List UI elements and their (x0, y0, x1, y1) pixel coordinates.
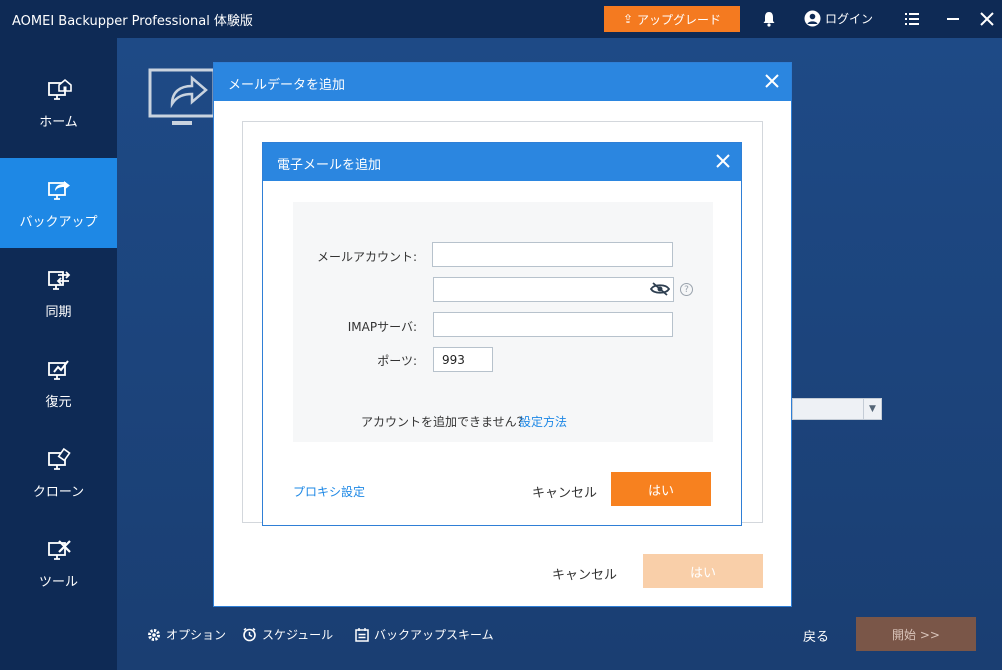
home-icon (47, 78, 72, 100)
chevron-down-icon: ▼ (863, 399, 881, 419)
upgrade-label: アップグレード (637, 12, 722, 27)
dialog-title: 電子メールを追加 (277, 158, 382, 173)
add-email-dialog: 電子メールを追加 メールアカウント: ? IMAPサーバ: ポーツ: アカウント… (262, 142, 742, 526)
bell-icon[interactable] (760, 10, 778, 28)
yes-button-disabled[interactable]: はい (643, 554, 763, 588)
proxy-settings-link[interactable]: プロキシ設定 (293, 483, 365, 500)
gear-icon (148, 628, 160, 641)
options-button[interactable]: オプション (147, 626, 226, 643)
sidebar-item-clone[interactable]: クローン (0, 428, 117, 518)
cancel-button[interactable]: キャンセル (552, 564, 617, 583)
menu-icon[interactable] (903, 10, 921, 28)
sidebar-item-label: バックアップ (19, 214, 98, 230)
imap-label: IMAPサーバ: (347, 320, 417, 334)
backup-monitor-icon (148, 68, 216, 125)
upgrade-icon: ⇪ (622, 12, 634, 26)
dialog-title: メールデータを追加 (228, 78, 346, 93)
sidebar-item-home[interactable]: ホーム (0, 58, 117, 148)
port-label: ポーツ: (377, 354, 417, 368)
close-icon[interactable] (763, 72, 781, 90)
sidebar: ホーム バックアップ 同期 復元 クローン ツール (0, 38, 117, 670)
login-button[interactable]: ログイン (804, 9, 873, 27)
back-button[interactable]: 戻る (803, 626, 829, 645)
how-to-setup-link[interactable]: 設定方法 (519, 413, 567, 430)
close-icon[interactable] (715, 153, 731, 169)
sidebar-item-label: 復元 (45, 394, 72, 410)
app-window: AOMEI Backupper Professional 体験版 ⇪ アップグレ… (0, 0, 1002, 670)
clock-icon (243, 627, 256, 642)
imap-server-field[interactable] (433, 312, 673, 337)
schedule-label: スケジュール (262, 628, 334, 642)
start-button[interactable]: 開始 >> (856, 617, 976, 651)
email-form: メールアカウント: ? IMAPサーバ: ポーツ: アカウントを追加できません？… (293, 202, 713, 442)
scheme-dropdown[interactable]: ▼ (792, 398, 882, 420)
dialog-header: 電子メールを追加 (263, 143, 741, 181)
sidebar-item-backup[interactable]: バックアップ (0, 158, 117, 248)
sync-icon (47, 270, 70, 290)
restore-icon (47, 359, 69, 380)
cancel-button[interactable]: キャンセル (532, 482, 597, 501)
cant-add-text: アカウントを追加できません？ (361, 415, 529, 429)
backup-scheme-button[interactable]: バックアップスキーム (355, 626, 494, 643)
user-icon (804, 10, 821, 26)
title-bar: AOMEI Backupper Professional 体験版 ⇪ アップグレ… (0, 0, 1002, 38)
tools-icon (47, 539, 71, 560)
login-label: ログイン (825, 11, 874, 26)
upgrade-button[interactable]: ⇪ アップグレード (604, 6, 740, 32)
calendar-icon (355, 628, 369, 642)
port-field[interactable] (433, 347, 493, 372)
sidebar-item-label: 同期 (45, 304, 72, 320)
dialog-header: メールデータを追加 (214, 63, 791, 101)
eye-hidden-icon[interactable] (650, 282, 670, 296)
yes-button[interactable]: はい (611, 472, 711, 506)
backup-icon (47, 180, 70, 200)
sidebar-item-label: ツール (38, 574, 78, 590)
clone-icon (47, 447, 71, 470)
email-account-field[interactable] (432, 242, 673, 267)
schedule-button[interactable]: スケジュール (242, 626, 333, 643)
sidebar-item-label: ホーム (39, 114, 78, 130)
app-title: AOMEI Backupper Professional 体験版 (12, 14, 253, 29)
minimize-icon[interactable] (944, 10, 962, 28)
password-field[interactable] (433, 277, 674, 302)
account-label: メールアカウント: (316, 250, 417, 264)
sidebar-item-restore[interactable]: 復元 (0, 338, 117, 428)
help-icon[interactable]: ? (680, 283, 693, 296)
sidebar-item-sync[interactable]: 同期 (0, 248, 117, 338)
sidebar-item-tools[interactable]: ツール (0, 518, 117, 608)
options-label: オプション (166, 628, 227, 642)
scheme-label: バックアップスキーム (374, 628, 494, 642)
sidebar-item-label: クローン (32, 484, 85, 500)
close-icon[interactable] (978, 10, 996, 28)
